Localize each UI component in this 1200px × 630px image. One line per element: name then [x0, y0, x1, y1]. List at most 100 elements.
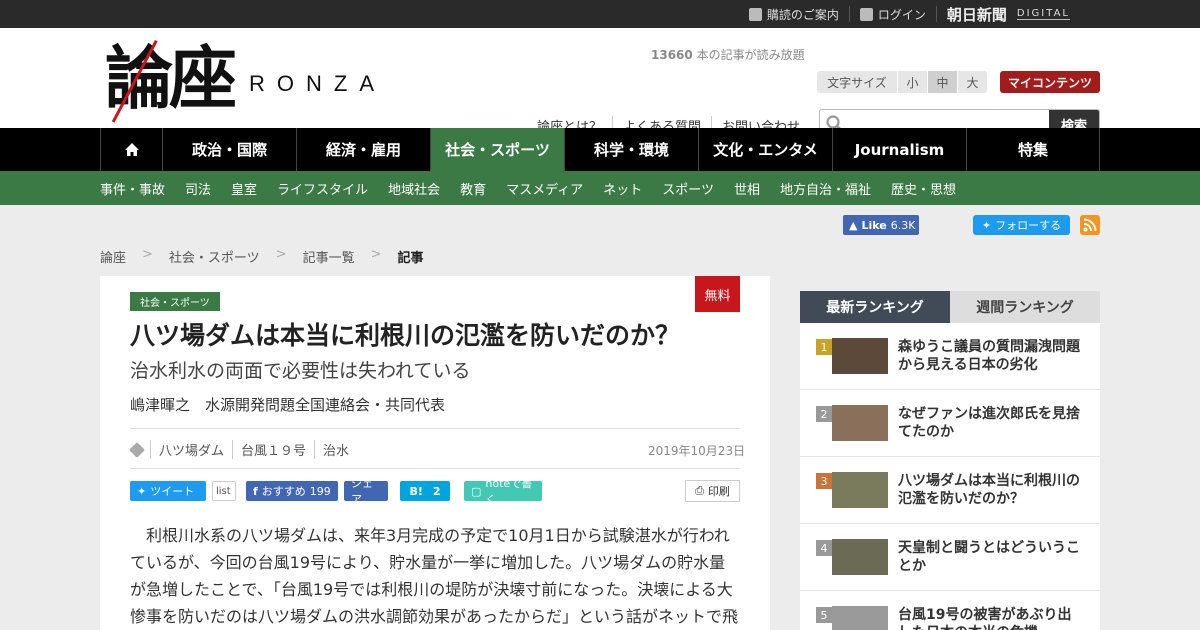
rank-number: 1	[816, 339, 832, 355]
nav-economy[interactable]: 経済・雇用	[296, 128, 430, 171]
nav-journalism[interactable]: Journalism	[832, 128, 966, 171]
ranking-panel: 最新ランキング 週間ランキング 1 森ゆうこ議員の質問漏洩問題から見える日本の劣…	[800, 291, 1100, 630]
rank-number: 2	[816, 406, 832, 422]
fb-recommend-label: おすすめ	[261, 485, 306, 498]
login-label: ログイン	[877, 7, 926, 22]
keyword-link[interactable]: 治水	[314, 440, 357, 459]
tab-weekly-ranking[interactable]: 週間ランキング	[950, 291, 1100, 323]
ronza-logo[interactable]: 論座 RONZA	[105, 36, 386, 123]
breadcrumb-separator: >	[370, 247, 382, 262]
readable-count: 13660 本の記事が読み放題	[651, 46, 805, 63]
ranking-item[interactable]: 1 森ゆうこ議員の質問漏洩問題から見える日本の劣化	[800, 323, 1100, 390]
free-badge: 無料	[695, 276, 740, 312]
readable-count-suffix: 本の記事が読み放題	[692, 48, 805, 62]
subnav-item[interactable]: 地域社会	[388, 179, 440, 198]
keyword-link[interactable]: 台風１９号	[232, 440, 314, 459]
subscribe-link[interactable]: 購読のご案内	[739, 6, 850, 22]
tw-follow-label: フォローする	[995, 219, 1062, 232]
facebook-icon: f	[253, 484, 258, 498]
asahi-digital-logo[interactable]: 朝日新聞 DIGITAL	[937, 5, 1080, 24]
subnav-item[interactable]: 歴史・思想	[891, 179, 956, 198]
ranking-tabs: 最新ランキング 週間ランキング	[800, 291, 1100, 323]
rank-number: 4	[816, 540, 832, 556]
subscribe-label: 購読のご案内	[766, 7, 839, 22]
subnav-item[interactable]: 地方自治・福祉	[780, 179, 871, 198]
subnav-item[interactable]: 皇室	[231, 179, 257, 198]
lock-icon	[859, 7, 873, 21]
breadcrumb-item[interactable]: 記事一覧	[303, 247, 355, 266]
thumbs-up-icon: ▲	[849, 218, 858, 232]
twitter-follow-button[interactable]: ✦ フォローする	[973, 215, 1070, 235]
ranking-thumbnail	[832, 539, 888, 575]
subnav-item[interactable]: 世相	[734, 179, 760, 198]
breadcrumb-item[interactable]: 論座	[100, 247, 126, 266]
nav-politics[interactable]: 政治・国際	[162, 128, 296, 171]
article-author[interactable]: 嶋津暉之 水源開発問題全国連絡会・共同代表	[130, 394, 445, 415]
nav-culture[interactable]: 文化・エンタメ	[698, 128, 832, 171]
breadcrumb-separator: >	[142, 247, 153, 262]
login-link[interactable]: ログイン	[850, 6, 937, 22]
fb-like-count: 6.3K	[890, 218, 916, 232]
digital-label: DIGITAL	[1016, 8, 1070, 20]
nav-home[interactable]	[100, 128, 162, 171]
tweet-button[interactable]: ✦ ツイート	[130, 481, 206, 501]
edit-icon	[748, 7, 762, 21]
twitter-list-button[interactable]: list	[212, 481, 236, 501]
font-size-small-button[interactable]: 小	[897, 71, 927, 93]
subnav-item[interactable]: マスメディア	[506, 179, 583, 198]
keyword-list: 八ツ場ダム 台風１９号 治水	[129, 440, 357, 459]
subnav-item[interactable]: ネット	[603, 179, 642, 198]
ranking-title: 八ツ場ダムは本当に利根川の氾濫を防いだのか？	[898, 473, 1080, 507]
ranking-title: 森ゆうこ議員の質問漏洩問題から見える日本の劣化	[898, 339, 1080, 373]
nav-society[interactable]: 社会・スポーツ	[430, 128, 564, 171]
hatena-bookmark-button[interactable]: B! 2	[400, 481, 450, 501]
ranking-item[interactable]: 2 なぜファンは進次郎氏を見捨てたのか	[800, 390, 1100, 457]
rank-number: 3	[816, 473, 832, 489]
font-size-medium-button[interactable]: 中	[927, 71, 957, 93]
note-label: noteで書く	[485, 477, 533, 506]
nav-science[interactable]: 科学・環境	[564, 128, 698, 171]
subnav-item[interactable]: スポーツ	[662, 179, 714, 198]
my-content-button[interactable]: マイコンテンツ	[1000, 71, 1100, 93]
asahi-logo: 朝日新聞	[946, 5, 1007, 24]
article-subtitle: 治水利水の両面で必要性は失われている	[130, 360, 471, 382]
subnav-item[interactable]: 事件・事故	[100, 179, 165, 198]
tab-latest-ranking[interactable]: 最新ランキング	[800, 291, 950, 323]
ranking-item[interactable]: 5 台風19号の被害があぶり出した日本の本当の危機	[800, 591, 1100, 630]
printer-icon: ⎙	[695, 484, 704, 497]
breadcrumb-item[interactable]: 社会・スポーツ	[169, 247, 260, 266]
facebook-recommend-button[interactable]: f おすすめ 199	[246, 481, 338, 501]
main-nav: 政治・国際 経済・雇用 社会・スポーツ 科学・環境 文化・エンタメ Journa…	[0, 128, 1200, 171]
nav-special[interactable]: 特集	[966, 128, 1100, 171]
ranking-item[interactable]: 3 八ツ場ダムは本当に利根川の氾濫を防いだのか？	[800, 457, 1100, 524]
article-body: 利根川水系の八ツ場ダムは、来年3月完成の予定で10月1日から試験湛水が行われてい…	[130, 526, 739, 626]
category-tag[interactable]: 社会・スポーツ	[130, 292, 220, 311]
rss-icon[interactable]	[1080, 215, 1100, 235]
subnav-item[interactable]: ライフスタイル	[277, 179, 368, 198]
ranking-title: 天皇制と闘うとはどういうことか	[898, 540, 1080, 574]
subnav-item[interactable]: 教育	[460, 179, 486, 198]
font-size-selector: 文字サイズ 小 中 大	[817, 71, 987, 93]
breadcrumb-separator: >	[275, 247, 287, 262]
keyword-link[interactable]: 八ツ場ダム	[150, 440, 232, 459]
logo-kanji: 論座	[105, 39, 237, 119]
subnav-item[interactable]: 司法	[185, 179, 211, 198]
ranking-item[interactable]: 4 天皇制と闘うとはどういうことか	[800, 524, 1100, 591]
readable-count-number: 13660	[651, 48, 693, 62]
top-bar: 購読のご案内 ログイン 朝日新聞 DIGITAL	[0, 0, 1200, 28]
note-button[interactable]: ▢ noteで書く	[464, 477, 542, 506]
print-button[interactable]: ⎙ 印刷	[685, 480, 740, 502]
breadcrumb-current: 記事	[397, 251, 424, 266]
home-icon	[124, 143, 139, 156]
site-header: 論座 RONZA 13660 本の記事が読み放題 文字サイズ 小 中 大 マイコ…	[0, 28, 1200, 139]
rank-number: 5	[816, 607, 832, 623]
ranking-thumbnail	[832, 405, 888, 441]
ranking-thumbnail	[832, 472, 888, 508]
article-date: 2019年10月23日	[648, 444, 746, 458]
divider	[130, 428, 740, 429]
font-size-large-button[interactable]: 大	[957, 71, 987, 93]
facebook-share-button[interactable]: シェア	[344, 477, 388, 506]
share-buttons: ✦ ツイート list f おすすめ 199 シェア B! 2 ▢ noteで書…	[130, 477, 542, 506]
facebook-like-button[interactable]: ▲ Like 6.3K	[843, 215, 919, 235]
article-title: 八ツ場ダムは本当に利根川の氾濫を防いだのか？	[130, 321, 681, 350]
